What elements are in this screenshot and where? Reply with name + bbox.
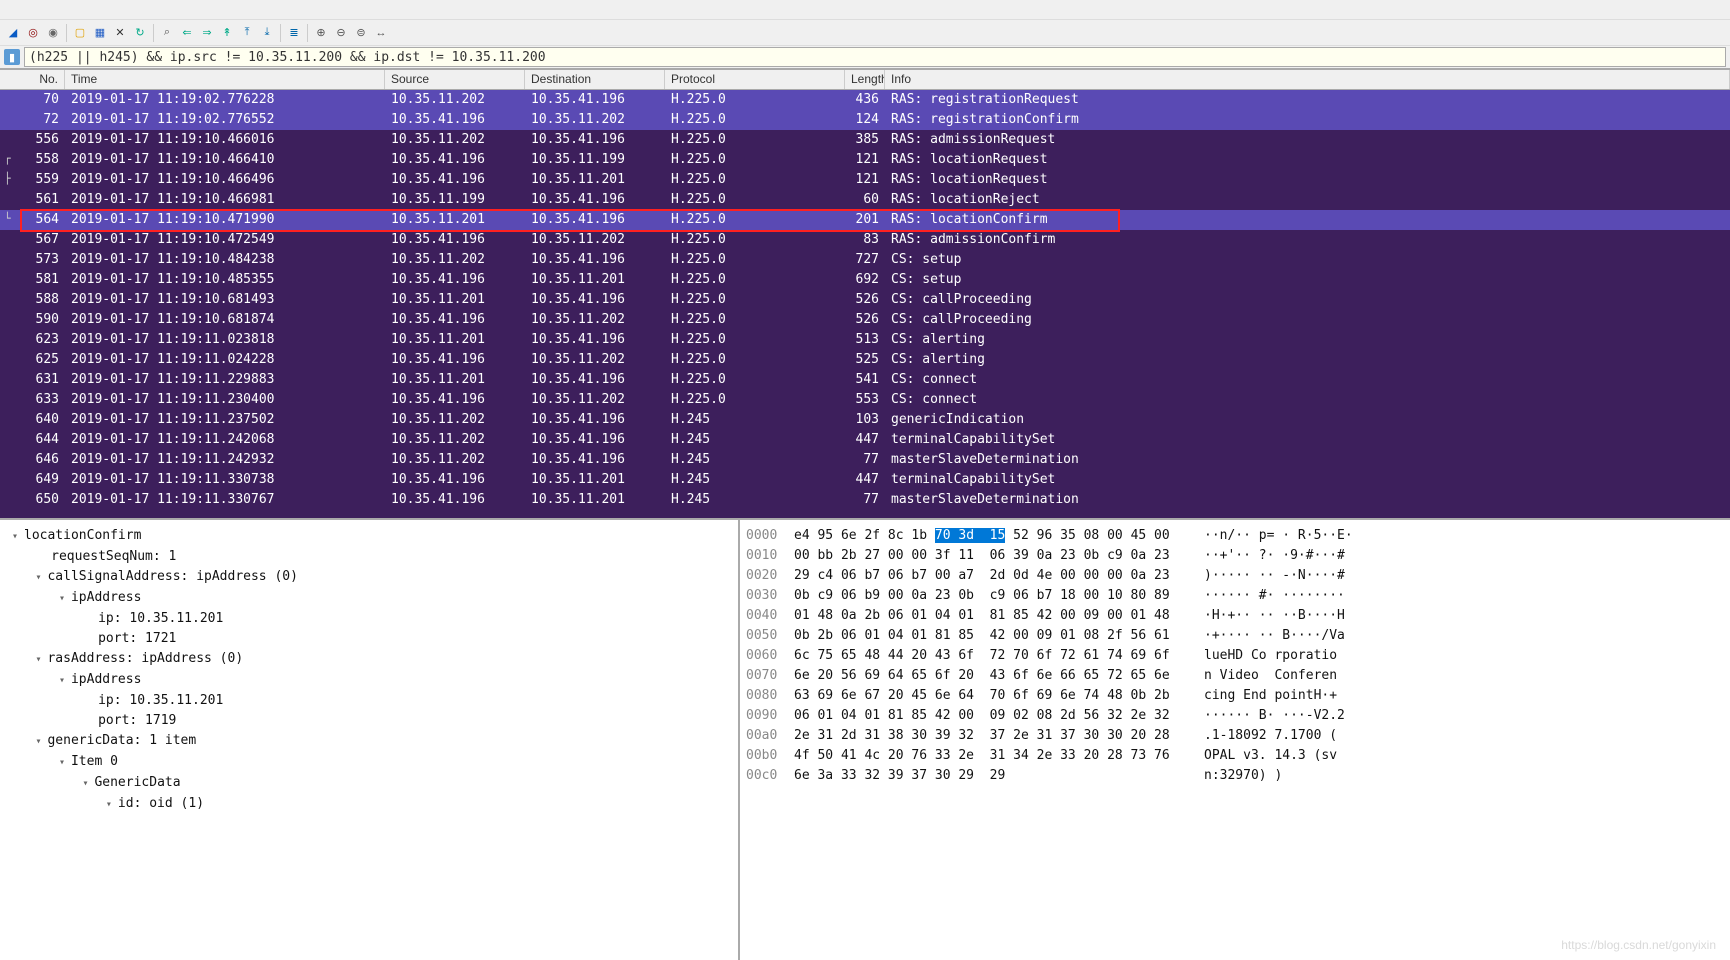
tree-node[interactable]: port: 1719 (12, 711, 726, 731)
column-headers[interactable]: No. Time Source Destination Protocol Len… (0, 70, 1730, 90)
hex-row[interactable]: 00500b 2b 06 01 04 01 81 85 42 00 09 01 … (746, 626, 1724, 646)
packet-row[interactable]: 722019-01-17 11:19:02.77655210.35.41.196… (0, 110, 1730, 130)
packet-row[interactable]: 5902019-01-17 11:19:10.68187410.35.41.19… (0, 310, 1730, 330)
tree-node[interactable]: ▾locationConfirm (12, 526, 726, 547)
tree-node[interactable]: ▾id: oid (1) (12, 794, 726, 815)
toolbar: ◢ ◎ ◉ ▢ ▦ ✕ ↻ ⌕ ⇐ ⇒ ↟ ⤒ ⤓ ≣ ⊕ ⊖ ⊜ ↔ (0, 20, 1730, 46)
packet-bytes-pane[interactable]: 0000e4 95 6e 2f 8c 1b 70 3d 15 52 96 35 … (740, 520, 1730, 960)
packet-row[interactable]: 5562019-01-17 11:19:10.46601610.35.11.20… (0, 130, 1730, 150)
first-icon[interactable]: ⤒ (238, 24, 256, 42)
hex-row[interactable]: 00a02e 31 2d 31 38 30 39 32 37 2e 31 37 … (746, 726, 1724, 746)
hex-row[interactable]: 004001 48 0a 2b 06 01 04 01 81 85 42 00 … (746, 606, 1724, 626)
packet-row[interactable]: 6232019-01-17 11:19:11.02381810.35.11.20… (0, 330, 1730, 350)
hex-row[interactable]: 0000e4 95 6e 2f 8c 1b 70 3d 15 52 96 35 … (746, 526, 1724, 546)
open-icon[interactable]: ▢ (71, 24, 89, 42)
tree-node[interactable]: ip: 10.35.11.201 (12, 691, 726, 711)
packet-row[interactable]: 702019-01-17 11:19:02.77622810.35.11.202… (0, 90, 1730, 110)
bottom-panes: ▾locationConfirm requestSeqNum: 1 ▾callS… (0, 518, 1730, 960)
fwd-icon[interactable]: ⇒ (198, 24, 216, 42)
hex-row[interactable]: 00c06e 3a 33 32 39 37 30 29 29n:32970) ) (746, 766, 1724, 786)
packet-row[interactable]: 6252019-01-17 11:19:11.02422810.35.41.19… (0, 350, 1730, 370)
hex-row[interactable]: 00300b c9 06 b9 00 0a 23 0b c9 06 b7 18 … (746, 586, 1724, 606)
packet-row[interactable]: 6312019-01-17 11:19:11.22988310.35.11.20… (0, 370, 1730, 390)
hex-row[interactable]: 008063 69 6e 67 20 45 6e 64 70 6f 69 6e … (746, 686, 1724, 706)
packet-list[interactable]: 702019-01-17 11:19:02.77622810.35.11.202… (0, 90, 1730, 518)
packet-row[interactable]: 6492019-01-17 11:19:11.33073810.35.41.19… (0, 470, 1730, 490)
col-info[interactable]: Info (885, 70, 1730, 89)
packet-row[interactable]: 5672019-01-17 11:19:10.47254910.35.41.19… (0, 230, 1730, 250)
jump-icon[interactable]: ↟ (218, 24, 236, 42)
tree-node[interactable]: ▾ipAddress (12, 670, 726, 691)
packet-row[interactable]: 5642019-01-17 11:19:10.47199010.35.11.20… (0, 210, 1730, 230)
packet-row[interactable]: 6332019-01-17 11:19:11.23040010.35.41.19… (0, 390, 1730, 410)
hex-row[interactable]: 00b04f 50 41 4c 20 76 33 2e 31 34 2e 33 … (746, 746, 1724, 766)
save-icon[interactable]: ▦ (91, 24, 109, 42)
packet-row[interactable]: 6442019-01-17 11:19:11.24206810.35.11.20… (0, 430, 1730, 450)
col-protocol[interactable]: Protocol (665, 70, 845, 89)
zoom-in-icon[interactable]: ⊕ (312, 24, 330, 42)
reload-icon[interactable]: ↻ (131, 24, 149, 42)
tree-node[interactable]: ▾genericData: 1 item (12, 731, 726, 752)
packet-row[interactable]: 5582019-01-17 11:19:10.46641010.35.41.19… (0, 150, 1730, 170)
tree-node[interactable]: port: 1721 (12, 629, 726, 649)
packet-row[interactable]: 5732019-01-17 11:19:10.48423810.35.11.20… (0, 250, 1730, 270)
col-source[interactable]: Source (385, 70, 525, 89)
hex-row[interactable]: 001000 bb 2b 27 00 00 3f 11 06 39 0a 23 … (746, 546, 1724, 566)
packet-details-pane[interactable]: ▾locationConfirm requestSeqNum: 1 ▾callS… (0, 520, 740, 960)
packet-row[interactable]: 6502019-01-17 11:19:11.33076710.35.41.19… (0, 490, 1730, 510)
col-length[interactable]: Length (845, 70, 885, 89)
tree-node[interactable]: ▾callSignalAddress: ipAddress (0) (12, 567, 726, 588)
close-icon[interactable]: ✕ (111, 24, 129, 42)
packet-row[interactable]: 5812019-01-17 11:19:10.48535510.35.41.19… (0, 270, 1730, 290)
display-filter-input[interactable] (24, 47, 1726, 67)
col-time[interactable]: Time (65, 70, 385, 89)
packet-row[interactable]: 6462019-01-17 11:19:11.24293210.35.11.20… (0, 450, 1730, 470)
col-no[interactable]: No. (0, 70, 65, 89)
packet-row[interactable]: 6402019-01-17 11:19:11.23750210.35.11.20… (0, 410, 1730, 430)
toolbar-icon[interactable]: ◎ (24, 24, 42, 42)
col-destination[interactable]: Destination (525, 70, 665, 89)
toolbar-icon[interactable]: ◢ (4, 24, 22, 42)
packet-row[interactable]: 5612019-01-17 11:19:10.46698110.35.11.19… (0, 190, 1730, 210)
packet-row[interactable]: 5592019-01-17 11:19:10.46649610.35.41.19… (0, 170, 1730, 190)
find-icon[interactable]: ⌕ (158, 24, 176, 42)
toolbar-icon[interactable]: ◉ (44, 24, 62, 42)
hex-row[interactable]: 002029 c4 06 b7 06 b7 00 a7 2d 0d 4e 00 … (746, 566, 1724, 586)
hex-row[interactable]: 00606c 75 65 48 44 20 43 6f 72 70 6f 72 … (746, 646, 1724, 666)
tree-node[interactable]: ip: 10.35.11.201 (12, 609, 726, 629)
packet-row[interactable]: 5882019-01-17 11:19:10.68149310.35.11.20… (0, 290, 1730, 310)
filter-bar: ▮ (0, 46, 1730, 70)
tree-node[interactable]: requestSeqNum: 1 (12, 547, 726, 567)
tree-node[interactable]: ▾GenericData (12, 773, 726, 794)
back-icon[interactable]: ⇐ (178, 24, 196, 42)
menu-bar[interactable] (0, 0, 1730, 20)
resize-icon[interactable]: ↔ (372, 24, 390, 42)
bookmark-icon[interactable]: ▮ (4, 49, 20, 65)
zoom-reset-icon[interactable]: ⊜ (352, 24, 370, 42)
last-icon[interactable]: ⤓ (258, 24, 276, 42)
tree-node[interactable]: ▾ipAddress (12, 588, 726, 609)
zoom-out-icon[interactable]: ⊖ (332, 24, 350, 42)
hex-row[interactable]: 00706e 20 56 69 64 65 6f 20 43 6f 6e 66 … (746, 666, 1724, 686)
hex-row[interactable]: 009006 01 04 01 81 85 42 00 09 02 08 2d … (746, 706, 1724, 726)
auto-scroll-icon[interactable]: ≣ (285, 24, 303, 42)
tree-node[interactable]: ▾Item 0 (12, 752, 726, 773)
tree-node[interactable]: ▾rasAddress: ipAddress (0) (12, 649, 726, 670)
